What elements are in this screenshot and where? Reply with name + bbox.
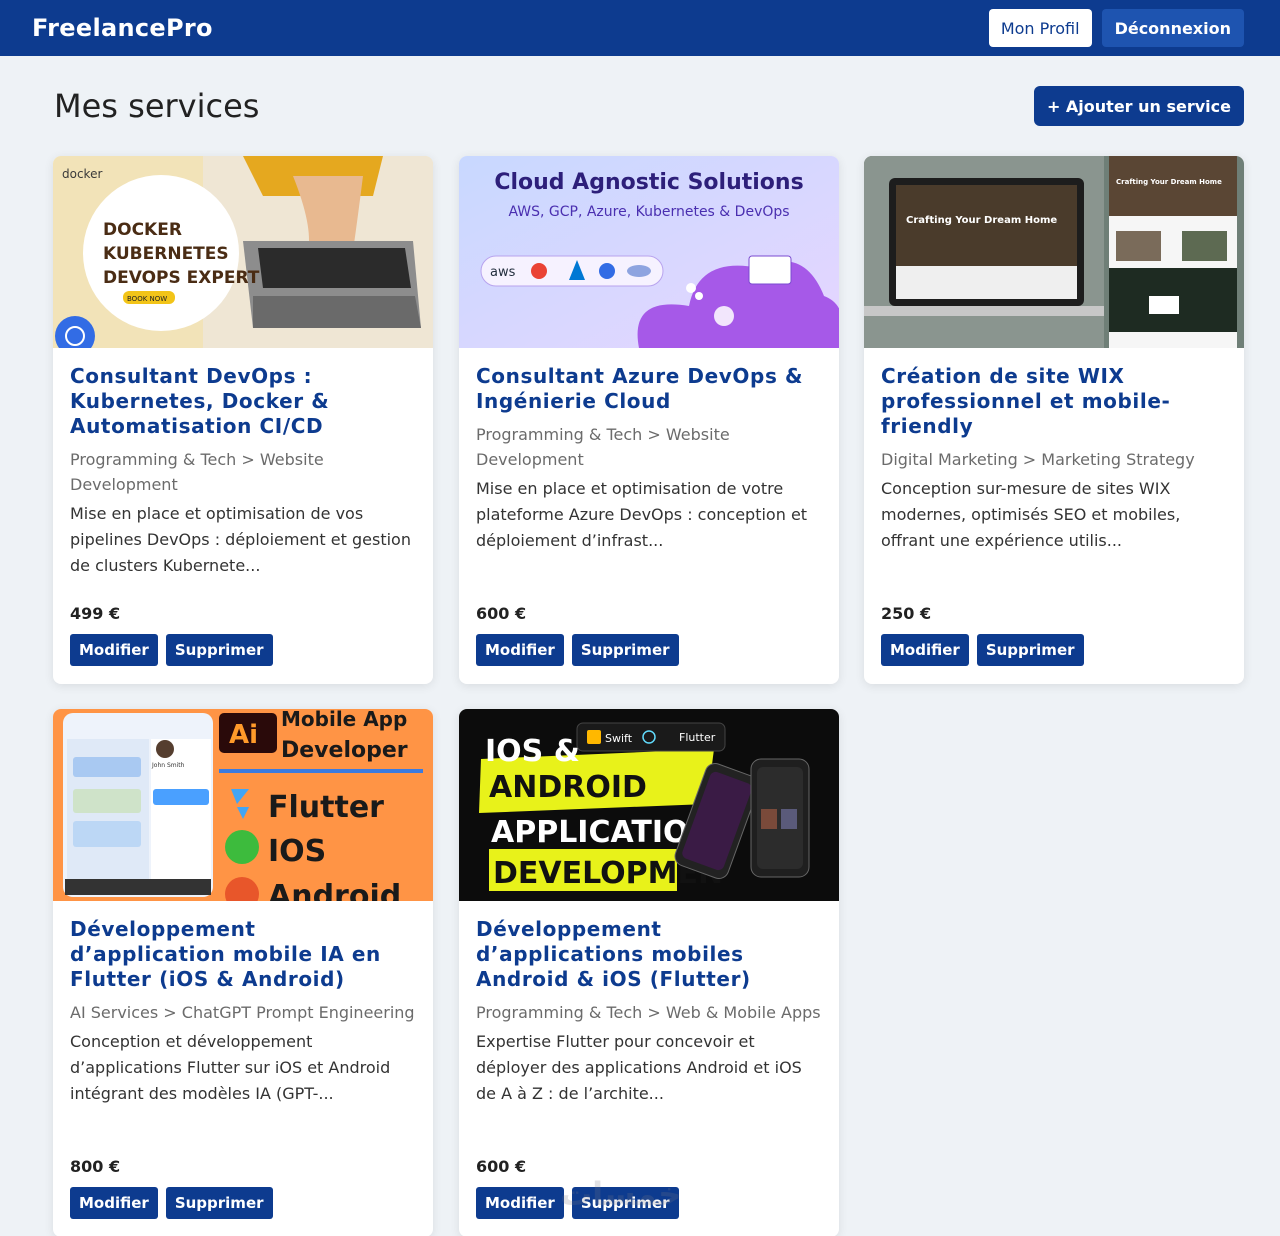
mobile-apps-thumbnail: IOS & ANDROID APPLICATION DEVELOPMEN Swi… — [459, 709, 839, 901]
edit-button[interactable]: Modifier — [70, 1187, 158, 1219]
brand-logo[interactable]: FreelancePro — [32, 14, 213, 42]
service-card-body: Consultant DevOps : Kubernetes, Docker &… — [53, 348, 433, 684]
service-category: Digital Marketing > Marketing Strategy — [881, 450, 1195, 469]
service-image-azure: Cloud Agnostic Solutions AWS, GCP, Azure… — [459, 156, 839, 348]
service-description: Mise en place et optimisation de vos pip… — [70, 504, 411, 575]
mobile-apps-image-line-1: IOS & — [485, 734, 580, 769]
service-category: AI Services > ChatGPT Prompt Engineering — [70, 1003, 415, 1022]
edit-button[interactable]: Modifier — [476, 634, 564, 666]
service-card-flutter-ia: John Smith Ai Mobile App Developer Flutt… — [53, 709, 433, 1236]
wix-image-tagline-right: Crafting Your Dream Home — [1116, 178, 1222, 186]
service-description: Conception et développement d’applicatio… — [70, 1032, 391, 1103]
devops-image-line-2: KUBERNETES — [103, 244, 229, 264]
service-description: Conception sur-mesure de sites WIX moder… — [881, 479, 1181, 550]
service-price: 800 € — [70, 1157, 121, 1176]
service-actions: Modifier Supprimer — [476, 634, 679, 666]
service-price: 499 € — [70, 604, 121, 623]
service-title[interactable]: Création de site WIX professionnel et mo… — [881, 364, 1227, 439]
service-actions: Modifier Supprimer — [70, 1187, 273, 1219]
edit-button[interactable]: Modifier — [476, 1187, 564, 1219]
service-card-devops: docker DOCKER KUBERNETES DEVOPS EXPERT B… — [53, 156, 433, 684]
service-price: 600 € — [476, 1157, 527, 1176]
service-category: Programming & Tech > Website Development — [476, 425, 730, 469]
service-description: Mise en place et optimisation de votre p… — [476, 479, 808, 550]
flutter-ia-image-item-3: Android — [268, 879, 401, 901]
flutter-ia-image-heading-1: Mobile App — [281, 709, 407, 731]
service-title[interactable]: Développement d’application mobile IA en… — [70, 917, 416, 992]
flutter-ia-image-item-1: Flutter — [268, 790, 384, 825]
logout-button[interactable]: Déconnexion — [1101, 9, 1244, 47]
page-header: Mes services + Ajouter un service — [54, 86, 1244, 126]
devops-image-line-1: DOCKER — [103, 220, 182, 240]
service-title[interactable]: Consultant Azure DevOps & Ingénierie Clo… — [476, 364, 822, 414]
azure-image-subheading: AWS, GCP, Azure, Kubernetes & DevOps — [508, 204, 789, 220]
add-service-button[interactable]: + Ajouter un service — [1033, 86, 1244, 126]
devops-image-badge: BOOK NOW — [127, 295, 167, 303]
mobile-apps-image-line-2: ANDROID — [489, 770, 647, 805]
apple-icon — [225, 830, 259, 864]
azure-thumbnail: Cloud Agnostic Solutions AWS, GCP, Azure… — [459, 156, 839, 348]
delete-button[interactable]: Supprimer — [571, 634, 679, 666]
service-price: 250 € — [881, 604, 932, 623]
service-card-body: Consultant Azure DevOps & Ingénierie Clo… — [459, 348, 839, 684]
service-image-mobile-apps: IOS & ANDROID APPLICATION DEVELOPMEN Swi… — [459, 709, 839, 901]
service-price: 600 € — [476, 604, 527, 623]
service-image-flutter-ia: John Smith Ai Mobile App Developer Flutt… — [53, 709, 433, 901]
flutter-ia-thumbnail: John Smith Ai Mobile App Developer Flutt… — [53, 709, 433, 901]
swift-chip-text: Swift — [605, 732, 633, 745]
devops-thumbnail: docker DOCKER KUBERNETES DEVOPS EXPERT B… — [53, 156, 433, 348]
delete-button[interactable]: Supprimer — [976, 634, 1084, 666]
aws-chip-text: aws — [490, 265, 516, 280]
service-title[interactable]: Développement d’applications mobiles And… — [476, 917, 822, 992]
edit-button[interactable]: Modifier — [70, 634, 158, 666]
nav-actions: Mon Profil Déconnexion — [988, 9, 1244, 47]
flutter-ia-image-person: John Smith — [151, 762, 185, 769]
wix-thumbnail: Crafting Your Dream Home Crafting Your D… — [864, 156, 1244, 348]
adobe-ai-badge: Ai — [229, 720, 258, 750]
service-card-wix: Crafting Your Dream Home Crafting Your D… — [864, 156, 1244, 684]
service-category: Programming & Tech > Website Development — [70, 450, 324, 494]
service-title[interactable]: Consultant DevOps : Kubernetes, Docker &… — [70, 364, 416, 439]
service-image-devops: docker DOCKER KUBERNETES DEVOPS EXPERT B… — [53, 156, 433, 348]
service-image-wix: Crafting Your Dream Home Crafting Your D… — [864, 156, 1244, 348]
delete-button[interactable]: Supprimer — [165, 634, 273, 666]
navbar: FreelancePro Mon Profil Déconnexion — [0, 0, 1280, 56]
flutter-chip-text: Flutter — [679, 731, 716, 744]
devops-image-line-3: DEVOPS EXPERT — [103, 268, 260, 288]
service-category: Programming & Tech > Web & Mobile Apps — [476, 1003, 821, 1022]
swift-icon — [587, 730, 601, 744]
service-description: Expertise Flutter pour concevoir et dépl… — [476, 1032, 802, 1103]
service-actions: Modifier Supprimer — [70, 634, 273, 666]
page-title: Mes services — [54, 87, 260, 125]
profile-button[interactable]: Mon Profil — [988, 9, 1092, 47]
service-card-mobile-apps: IOS & ANDROID APPLICATION DEVELOPMEN Swi… — [459, 709, 839, 1236]
azure-image-heading: Cloud Agnostic Solutions — [494, 170, 803, 195]
flutter-ia-image-heading-2: Developer — [281, 738, 408, 763]
watermark: خمسات — [560, 1175, 682, 1213]
service-card-azure: Cloud Agnostic Solutions AWS, GCP, Azure… — [459, 156, 839, 684]
wix-image-tagline-left: Crafting Your Dream Home — [906, 215, 1057, 226]
flutter-ia-image-item-2: IOS — [268, 834, 326, 869]
service-card-body: Développement d’application mobile IA en… — [53, 901, 433, 1236]
edit-button[interactable]: Modifier — [881, 634, 969, 666]
kubernetes-icon — [599, 263, 615, 279]
service-actions: Modifier Supprimer — [881, 634, 1084, 666]
delete-button[interactable]: Supprimer — [165, 1187, 273, 1219]
service-card-body: Création de site WIX professionnel et mo… — [864, 348, 1244, 684]
docker-logo-text: docker — [62, 167, 102, 181]
gcp-icon — [531, 263, 547, 279]
